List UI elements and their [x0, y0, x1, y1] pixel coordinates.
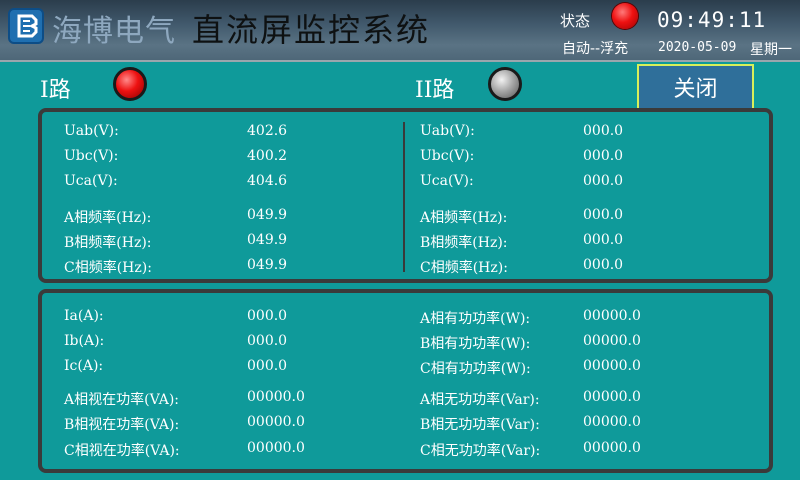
row-value: 404.6	[247, 173, 288, 189]
route-2-label: II路	[415, 78, 455, 103]
row-value: 00000.0	[247, 414, 305, 430]
row-label: A相视在功率(VA):	[64, 392, 180, 408]
row-value: 049.9	[247, 257, 288, 273]
row-label: Ubc(V):	[420, 148, 475, 164]
row-value: 400.2	[247, 148, 288, 164]
row-value: 00000.0	[583, 389, 641, 405]
panel-divider	[403, 122, 405, 272]
row-value: 000.0	[247, 333, 288, 349]
row-label: B相视在功率(VA):	[64, 417, 180, 433]
row-label: Ib(A):	[64, 333, 105, 349]
row-value: 049.9	[247, 232, 288, 248]
row-label: Uca(V):	[420, 173, 474, 189]
row-label: C相频率(Hz):	[64, 260, 152, 276]
row-value: 000.0	[247, 358, 288, 374]
route-2-indicator-icon	[488, 67, 522, 101]
clock-date: 2020-05-09	[658, 40, 737, 55]
row-label: A相无功功率(Var):	[420, 392, 540, 408]
route-1-indicator-icon	[113, 67, 147, 101]
row-value: 000.0	[583, 207, 624, 223]
row-value: 00000.0	[583, 358, 641, 374]
row-label: Ia(A):	[64, 308, 104, 324]
row-value: 000.0	[583, 173, 624, 189]
row-label: C相有功功率(W):	[420, 361, 531, 377]
row-label: B相频率(Hz):	[420, 235, 508, 251]
status-label: 状态	[560, 12, 591, 30]
row-value: 00000.0	[583, 333, 641, 349]
row-label: A相频率(Hz):	[420, 210, 508, 226]
row-label: Ubc(V):	[64, 148, 119, 164]
row-value: 00000.0	[247, 389, 305, 405]
system-title: 直流屏监控系统	[192, 11, 431, 49]
row-value: 000.0	[583, 257, 624, 273]
row-label: B相无功功率(Var):	[420, 417, 540, 433]
row-value: 00000.0	[247, 440, 305, 456]
clock-time: 09:49:11	[657, 8, 767, 32]
row-value: 00000.0	[583, 414, 641, 430]
row-value: 000.0	[247, 308, 288, 324]
title-bar: 海博电气 直流屏监控系统 状态 09:49:11 自动--浮充 2020-05-…	[0, 0, 800, 62]
row-value: 000.0	[583, 232, 624, 248]
row-label: A相频率(Hz):	[64, 210, 152, 226]
row-label: C相频率(Hz):	[420, 260, 508, 276]
row-label: B相有功功率(W):	[420, 336, 531, 352]
row-label: B相频率(Hz):	[64, 235, 152, 251]
row-value: 000.0	[583, 148, 624, 164]
status-indicator-icon	[612, 3, 638, 29]
row-value: 049.9	[247, 207, 288, 223]
row-label: C相无功功率(Var):	[420, 443, 541, 459]
close-button[interactable]: 关闭	[637, 64, 754, 110]
row-label: C相视在功率(VA):	[64, 443, 180, 459]
row-value: 000.0	[583, 123, 624, 139]
row-value: 402.6	[247, 123, 288, 139]
company-logo-icon	[8, 8, 44, 44]
row-value: 00000.0	[583, 440, 641, 456]
row-label: Uca(V):	[64, 173, 118, 189]
row-label: Uab(V):	[64, 123, 119, 139]
charge-mode: 自动--浮充	[562, 41, 629, 57]
row-label: Ic(A):	[64, 358, 104, 374]
company-logo-text: 海博电气	[52, 14, 176, 49]
route-1-label: I路	[40, 78, 71, 103]
clock-weekday: 星期一	[750, 42, 792, 58]
row-label: A相有功功率(W):	[420, 311, 531, 327]
row-value: 00000.0	[583, 308, 641, 324]
row-label: Uab(V):	[420, 123, 475, 139]
